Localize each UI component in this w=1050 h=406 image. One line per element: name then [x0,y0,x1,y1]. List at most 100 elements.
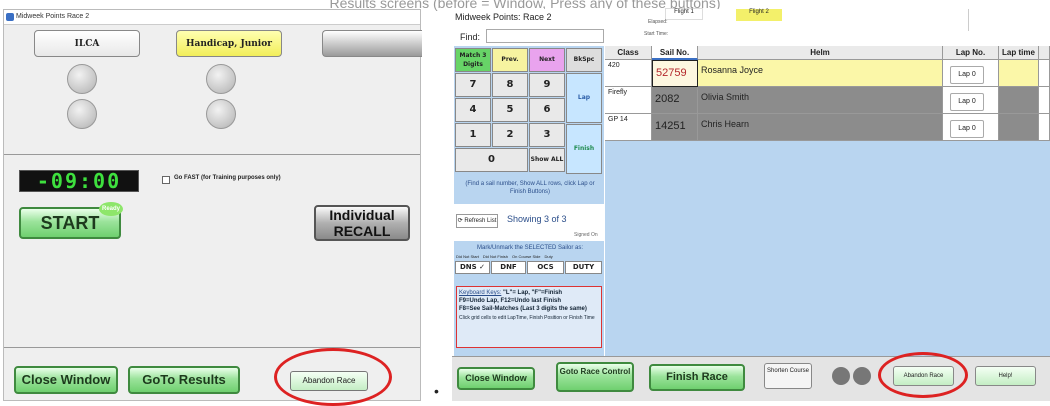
keyboard-keys-box: Keyboard Keys: "L"= Lap, "F"=Finish F9=U… [456,286,602,348]
key-3[interactable]: 3 [529,123,565,147]
refresh-list-button[interactable]: ⟳ Refresh List [456,214,498,228]
row3-lap-cell: Lap 0 [943,114,999,141]
find-label: Find: [460,32,481,42]
status-small-labels: Did Not Start Did Not Finish On Course S… [456,254,602,259]
finishing-window: Midweek Points: Race 2 Flight 1 Flight 2… [452,8,1050,401]
ready-badge: Ready [99,202,123,216]
key-6[interactable]: 6 [529,98,565,122]
signed-on-label: Signed On [574,232,598,238]
row2-lap-button[interactable]: Lap 0 [950,93,984,111]
app-icon [6,13,14,21]
elapsed-label: Elapsed: [648,19,668,25]
close-window-button[interactable]: Close Window [14,366,118,394]
dnf-small-label: Did Not Finish [482,254,509,259]
row2-lap-time[interactable] [999,87,1039,114]
kb-note: Click grid cells to edit LapTime, Finish… [459,315,595,321]
row1-lap-cell: Lap 0 [943,60,999,87]
flag-light-3 [206,64,236,94]
key-8[interactable]: 8 [492,73,528,97]
row3-helm[interactable]: Chris Hearn [698,114,943,141]
prev-button[interactable]: Prev. [492,48,528,72]
dns-small-label: Did Not Start [456,254,479,259]
close-window-button[interactable]: Close Window [457,367,535,390]
bullet: • [434,383,439,399]
goto-results-button[interactable]: GoTo Results [128,366,240,394]
finish-button[interactable]: Finish [566,124,602,174]
start-sequence-window: Midweek Points Race 2 ILCA Handicap, Jun… [3,9,422,406]
row3-sail-no[interactable]: 14251 [652,114,698,141]
key-0[interactable]: 0 [455,148,528,172]
kb-title: Keyboard Keys: [459,290,502,296]
keypad-hint: (Find a sail number, Show ALL rows, clic… [465,181,595,195]
kb-line3: F8=See Sail-Matches (Last 3 digits the s… [459,306,587,312]
key-2[interactable]: 2 [492,123,528,147]
flight2-tab[interactable]: Flight 2 [736,9,782,21]
dnf-button[interactable]: DNF [491,261,526,274]
flag-light-4 [206,99,236,129]
column-header-lap-time[interactable]: Lap time [999,46,1039,60]
status-light-2 [853,367,871,385]
row3-lap-time[interactable] [999,114,1039,141]
show-all-button[interactable]: Show ALL [529,148,565,172]
row2-extra [1039,87,1050,114]
row2-sail-no[interactable]: 2082 [652,87,698,114]
divider [4,347,420,348]
row2-lap-cell: Lap 0 [943,87,999,114]
key-9[interactable]: 9 [529,73,565,97]
row3-class[interactable]: GP 14 [605,114,652,141]
individual-recall-button[interactable]: Individual RECALL [314,205,410,241]
row1-class[interactable]: 420 [605,60,652,87]
class-tab-handicap-junior[interactable]: Handicap, Junior [176,30,282,57]
refresh-icon: ⟳ [457,218,463,224]
goto-race-control-button[interactable]: Goto Race Control [556,362,634,392]
go-fast-label: Go FAST (for Training purposes only) [174,175,281,181]
column-header-helm[interactable]: Helm [698,46,943,60]
kb-line2: F9=Undo Lap, F12=Undo last Finish [459,298,562,304]
key-4[interactable]: 4 [455,98,491,122]
annotation-red-circle [878,352,968,398]
row1-sail-no[interactable]: 52759 [652,60,698,87]
countdown-timer: -09:00 [19,170,139,192]
next-button[interactable]: Next [529,48,565,72]
key-5[interactable]: 5 [492,98,528,122]
find-input[interactable] [486,29,604,43]
key-7[interactable]: 7 [455,73,491,97]
shorten-course-button[interactable]: Shorten Course [764,363,812,389]
key-1[interactable]: 1 [455,123,491,147]
ocs-button[interactable]: OCS [527,261,564,274]
row1-lap-time[interactable] [999,60,1039,87]
status-light-1 [832,367,850,385]
flight1-tab[interactable]: Flight 1 [665,8,703,20]
start-time-label: Start Time: [644,31,669,37]
ocs-small-label: On Course Side [512,254,541,259]
row3-lap-button[interactable]: Lap 0 [950,120,984,138]
column-header-sail-no[interactable]: Sail No. [652,46,698,60]
duty-button[interactable]: DUTY [565,261,602,274]
column-header-class[interactable]: Class [605,46,652,60]
class-tab-third[interactable] [322,30,422,57]
column-header-lap-no[interactable]: Lap No. [943,46,999,60]
row2-helm[interactable]: Olivia Smith [698,87,943,114]
go-fast-checkbox[interactable] [162,176,170,184]
help-button[interactable]: Help! [975,366,1036,386]
row3-extra [1039,114,1050,141]
row1-helm[interactable]: Rosanna Joyce [698,60,943,87]
row1-lap-button[interactable]: Lap 0 [950,66,984,84]
backspace-button[interactable]: BkSpc [566,48,602,72]
mark-unmark-label: Mark/Unmark the SELECTED Sailor as: [476,245,584,251]
dns-button[interactable]: DNS ✓ [455,261,490,274]
window-title: Midweek Points Race 2 [16,13,90,20]
duty-small-label: Duty [544,254,553,259]
match-3-digits-button[interactable]: Match 3 Digits [455,48,491,72]
class-tab-ilca[interactable]: ILCA [34,30,140,57]
kb-line1: "L"= Lap, "F"=Finish [503,290,563,296]
refresh-list-label: Refresh List [464,218,497,224]
flag-light-2 [67,99,97,129]
showing-count: Showing 3 of 3 [507,214,567,224]
lap-button[interactable]: Lap [566,73,602,123]
finish-race-button[interactable]: Finish Race [649,364,745,391]
row2-class[interactable]: Firefly [605,87,652,114]
column-header-extra [1039,46,1050,60]
header-divider [968,9,969,31]
divider [4,154,420,155]
